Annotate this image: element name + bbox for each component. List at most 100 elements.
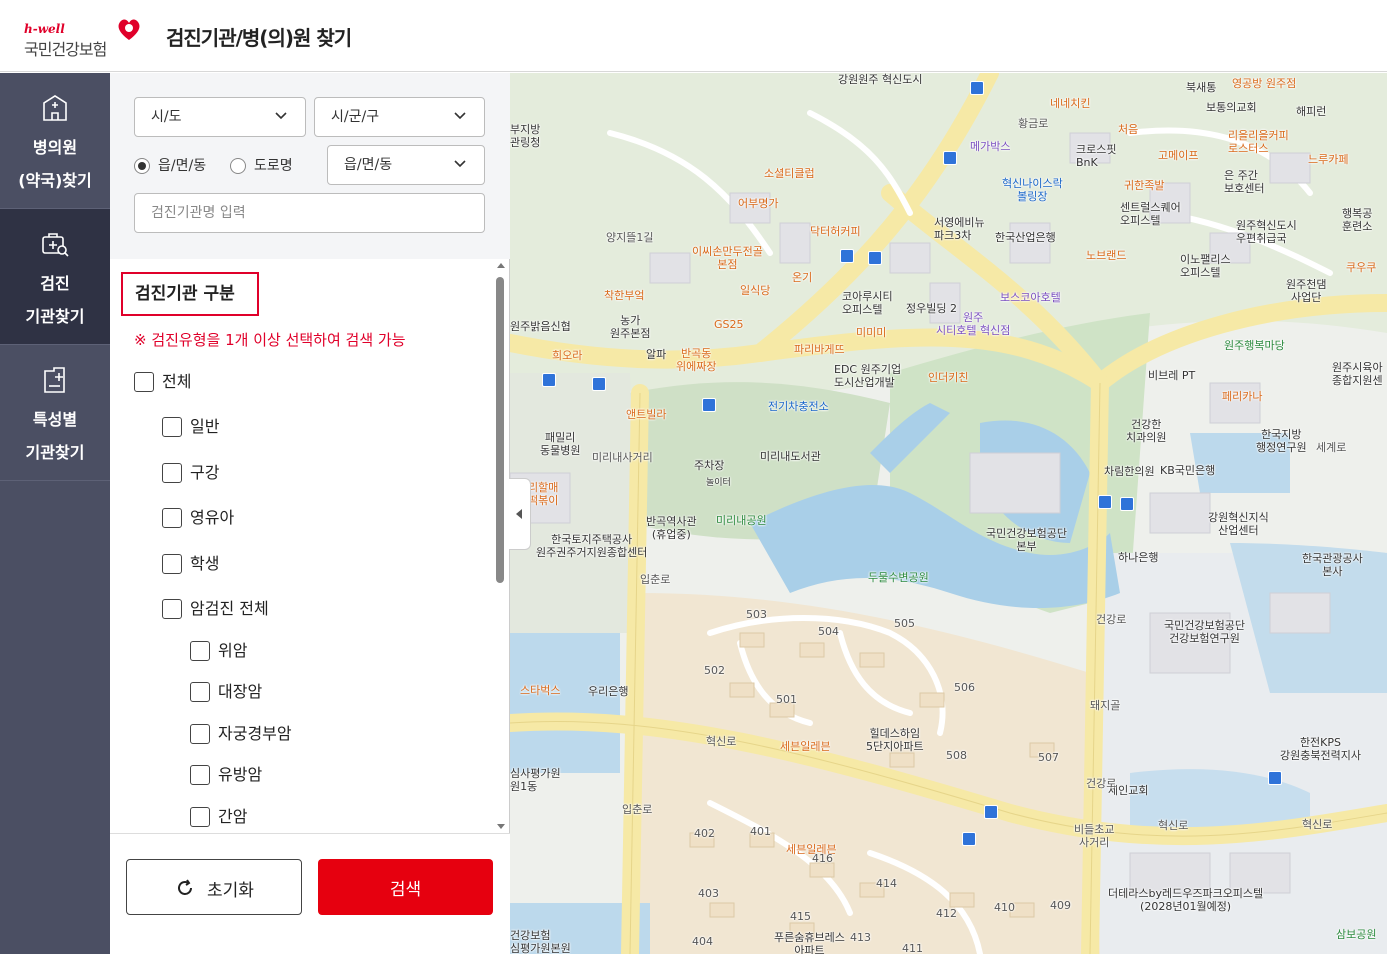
search-button[interactable]: 검색 bbox=[318, 859, 493, 915]
list-scrollbar[interactable] bbox=[495, 263, 507, 829]
bus-stop-icon[interactable] bbox=[1268, 771, 1282, 785]
map-poi[interactable]: 놀이터 bbox=[706, 477, 731, 490]
bus-stop-icon[interactable] bbox=[970, 81, 984, 95]
map-poi[interactable]: 원주밝음신협 bbox=[510, 320, 571, 333]
map-poi[interactable]: 해피런 bbox=[1296, 105, 1326, 118]
map-poi[interactable]: 미리내도서관 bbox=[760, 450, 821, 463]
sigungu-select[interactable]: 시/군/구 bbox=[314, 97, 485, 137]
map-poi[interactable]: 착한부엌 bbox=[604, 289, 644, 302]
map-poi[interactable]: 혁신나이스락 볼링장 bbox=[1002, 177, 1063, 203]
map-poi[interactable]: 리할매 떡볶이 bbox=[528, 481, 558, 507]
map-poi[interactable]: 원주 시티호텔 혁신점 bbox=[936, 311, 1010, 337]
map-poi[interactable]: 한국토지주택공사 원주권주거지원종합센터 bbox=[536, 533, 647, 559]
map-poi[interactable]: 더테라스by레드우즈파크오피스텔 (2028년01월예정) bbox=[1108, 887, 1263, 913]
map-poi[interactable]: 국민건강보험공단 건강보험연구원 bbox=[1164, 619, 1245, 645]
map-poi[interactable]: 인더키친 bbox=[928, 371, 968, 384]
radio-eupmyeondong[interactable]: 읍/면/동 bbox=[134, 156, 224, 176]
map-poi[interactable]: 삼보공원 bbox=[1336, 928, 1376, 941]
map-poi[interactable]: 두물수변공원 bbox=[868, 571, 929, 584]
map-poi[interactable]: 영공방 원주점 bbox=[1232, 77, 1296, 90]
map-poi[interactable]: 미미미 bbox=[856, 326, 886, 339]
map-poi[interactable]: 원주시육아 종합지원센 bbox=[1332, 361, 1383, 387]
map-poi[interactable]: 온기 bbox=[792, 271, 812, 284]
map-poi[interactable]: 반곡역사관 (휴업중) bbox=[646, 515, 697, 541]
bus-stop-icon[interactable] bbox=[840, 249, 854, 263]
map-view[interactable]: 강원원주 혁신도시 북새통 영공방 원주점 보통의교회 해피런 부지방 관링청 … bbox=[510, 73, 1387, 954]
map-poi[interactable]: 보통의교회 bbox=[1206, 101, 1257, 114]
map-poi[interactable]: 농가 원주본점 bbox=[610, 314, 650, 340]
map-poi[interactable]: 크로스핏 BnK bbox=[1076, 143, 1116, 169]
map-poi[interactable]: 심사평가원 원1동 bbox=[510, 767, 561, 793]
map-poi[interactable]: 한국산업은행 bbox=[995, 231, 1056, 244]
map-poi[interactable]: EDC 원주기업 도시산업개발 bbox=[834, 363, 901, 389]
bus-stop-icon[interactable] bbox=[542, 373, 556, 387]
map-poi[interactable]: 차림한의원 bbox=[1104, 465, 1155, 478]
map-poi[interactable]: 쿠우쿠 bbox=[1346, 261, 1376, 274]
bus-stop-icon[interactable] bbox=[592, 377, 606, 391]
map-poi[interactable]: 페리카나 bbox=[1222, 390, 1262, 403]
map-poi[interactable]: 행복공 훈련소 bbox=[1342, 207, 1372, 233]
radio-road[interactable]: 도로명 bbox=[230, 156, 310, 176]
map-poi[interactable]: 노브랜드 bbox=[1086, 249, 1126, 262]
map-poi[interactable]: 희오라 bbox=[552, 349, 582, 362]
map-poi[interactable]: 파리바게뜨 bbox=[794, 343, 845, 356]
map-poi[interactable]: 패밀리 동물병원 bbox=[540, 431, 580, 457]
nav-item-specialty[interactable]: 특성별 기관찾기 bbox=[0, 345, 110, 481]
map-poi[interactable]: 이씨손만두전골 본점 bbox=[692, 245, 763, 271]
map-poi[interactable]: 세븐일레븐 bbox=[780, 740, 831, 753]
map-poi[interactable]: 고메이프 bbox=[1158, 149, 1198, 162]
map-poi[interactable]: 귀한족발 bbox=[1124, 179, 1164, 192]
bus-stop-icon[interactable] bbox=[962, 832, 976, 846]
map-poi[interactable]: 서영에비뉴 파크3차 bbox=[934, 216, 985, 242]
map-poi[interactable]: 일식당 bbox=[740, 284, 770, 297]
panel-collapse-toggle[interactable] bbox=[509, 478, 531, 550]
map-poi[interactable]: 하나은행 bbox=[1118, 551, 1158, 564]
map-poi[interactable]: 처음 bbox=[1118, 123, 1138, 136]
address-select[interactable]: 읍/면/동 bbox=[327, 145, 485, 185]
map-poi[interactable]: 알파 bbox=[646, 348, 666, 361]
map-poi[interactable]: 건강한 치과의원 bbox=[1126, 418, 1166, 444]
bus-stop-icon[interactable] bbox=[1120, 497, 1134, 511]
map-poi[interactable]: 한전KPS 강원충북전력지사 bbox=[1280, 736, 1361, 762]
map-poi[interactable]: 은 주간 보호센터 bbox=[1224, 169, 1264, 195]
map-poi[interactable]: 비들초교 사거리 bbox=[1074, 823, 1114, 849]
map-poi[interactable]: 미리내사거리 bbox=[592, 451, 653, 464]
map-poi[interactable]: 보스코아호텔 bbox=[1000, 291, 1061, 304]
map-poi[interactable]: 센트럴스퀘어 오피스텔 bbox=[1120, 201, 1181, 227]
map-poi[interactable]: 어부명가 bbox=[738, 197, 778, 210]
map-poi[interactable]: 비브레 PT bbox=[1148, 369, 1195, 382]
bus-stop-icon[interactable] bbox=[1098, 495, 1112, 509]
nhis-logo[interactable]: h-well 국민건강보험 bbox=[24, 16, 144, 60]
map-poi[interactable]: 전기차충전소 bbox=[768, 400, 829, 413]
map-poi[interactable]: 국민건강보험공단 본부 bbox=[986, 527, 1067, 553]
map-poi[interactable]: 원주행복마당 bbox=[1224, 339, 1285, 352]
map-poi[interactable]: 푸른숨휴브레스 아파트 bbox=[774, 931, 845, 954]
nav-item-hospital[interactable]: 병의원 (약국)찾기 bbox=[0, 73, 110, 209]
map-poi[interactable]: 앤트빌라 bbox=[626, 408, 666, 421]
bus-stop-icon[interactable] bbox=[868, 251, 882, 265]
bus-stop-icon[interactable] bbox=[702, 398, 716, 412]
map-poi[interactable]: 건강보험 심평가원본원 bbox=[510, 929, 571, 954]
map-poi[interactable]: 원주혁신도시 우편취급국 bbox=[1236, 219, 1297, 245]
map-poi[interactable]: 주차장 bbox=[694, 459, 724, 472]
map-poi[interactable]: 이노팰리스 오피스텔 bbox=[1180, 253, 1231, 279]
map-poi[interactable]: 반곡동 위에짜장 bbox=[676, 347, 716, 373]
scroll-thumb[interactable] bbox=[496, 277, 504, 583]
bus-stop-icon[interactable] bbox=[943, 151, 957, 165]
map-poi[interactable]: 한국관광공사 본사 bbox=[1302, 552, 1363, 578]
map-poi[interactable]: 스타벅스 bbox=[520, 684, 560, 697]
map-poi[interactable]: 메가박스 bbox=[970, 140, 1010, 153]
nav-item-checkup[interactable]: 검진 기관찾기 bbox=[0, 209, 110, 345]
map-poi[interactable]: 한국지방 행정연구원 bbox=[1256, 428, 1307, 454]
map-poi[interactable]: 힐데스하임 5단지아파트 bbox=[866, 727, 924, 753]
reset-button[interactable]: 초기화 bbox=[126, 859, 302, 915]
map-poi[interactable]: 미리내공원 bbox=[716, 514, 767, 527]
sido-select[interactable]: 시/도 bbox=[134, 97, 306, 137]
map-poi[interactable]: 북새통 bbox=[1186, 81, 1216, 94]
map-poi[interactable]: KB국민은행 bbox=[1160, 464, 1215, 477]
map-poi[interactable]: 강원혁신지식 산업센터 bbox=[1208, 511, 1269, 537]
map-poi[interactable]: 느루카페 bbox=[1308, 153, 1348, 166]
map-poi[interactable]: 리을리을커피 로스터스 bbox=[1228, 129, 1289, 155]
map-poi[interactable]: 부지방 관링청 bbox=[510, 123, 540, 149]
map-poi[interactable]: 원주천댐 사업단 bbox=[1286, 278, 1326, 304]
